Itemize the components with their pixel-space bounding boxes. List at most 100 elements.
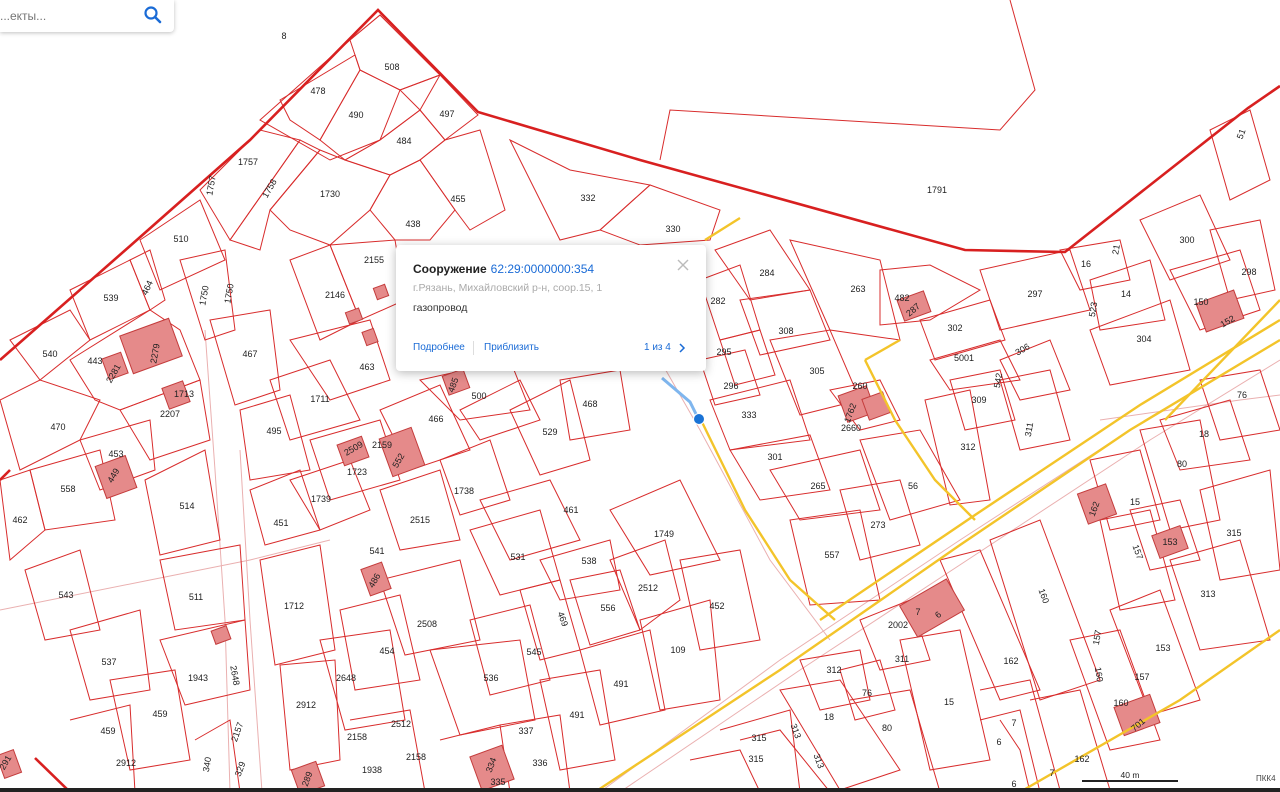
parcel-label: 76: [862, 688, 872, 698]
parcel-outline[interactable]: [1069, 629, 1161, 751]
parcel-label: 150: [1193, 297, 1208, 307]
parcel-outline[interactable]: [479, 479, 581, 561]
parcel-label: 109: [670, 645, 685, 655]
parcel-outline[interactable]: [419, 129, 506, 231]
parcel-label: 537: [101, 657, 116, 667]
parcel-label: 21: [1110, 244, 1122, 256]
close-icon[interactable]: [675, 257, 691, 273]
parcel-label: 500: [471, 391, 486, 401]
parcel-outline[interactable]: [924, 389, 991, 506]
parcel-label: 468: [582, 399, 597, 409]
location-marker[interactable]: [693, 413, 705, 425]
parcel-label: 2912: [116, 758, 136, 768]
parcel-label: 311: [1023, 422, 1035, 438]
parcel-outline[interactable]: [1209, 109, 1271, 201]
search-icon[interactable]: [142, 4, 164, 26]
parcel-outline[interactable]: [679, 549, 761, 651]
parcel-outline[interactable]: [399, 74, 479, 141]
parcel-label: 7: [915, 607, 920, 617]
parcel-label: 153: [1162, 537, 1177, 547]
parcel-label: 2512: [391, 719, 411, 729]
parcel-outline[interactable]: [989, 519, 1101, 701]
parcel-outline[interactable]: [439, 439, 511, 516]
parcel-label: 545: [526, 647, 541, 657]
parcel-label: 2157: [229, 721, 245, 743]
parcel-label: 51: [1235, 128, 1248, 141]
parcel-label: 2660: [841, 423, 861, 433]
parcel-label: 315: [748, 754, 763, 764]
cadastral-number[interactable]: 62:29:0000000:354: [491, 262, 594, 276]
parcel-outline[interactable]: [139, 199, 226, 291]
parcel-outline[interactable]: [999, 339, 1071, 401]
parcel-label: 491: [569, 710, 584, 720]
object-type-label: Сооружение: [413, 262, 487, 276]
parcel-label: 282: [710, 296, 725, 306]
parcel-label: 2515: [410, 515, 430, 525]
parcel-label: 15: [1130, 497, 1140, 507]
parcel-outline[interactable]: [329, 239, 406, 321]
parcel-outline[interactable]: [249, 469, 321, 546]
parcel-label: 462: [12, 515, 27, 525]
parcel-label: 162: [1074, 754, 1089, 764]
parcel-label: 308: [778, 326, 793, 336]
parcel-label: 451: [273, 518, 288, 528]
parcel-outline[interactable]: [979, 709, 1041, 792]
parcel-label: 470: [50, 422, 65, 432]
search-input[interactable]: [0, 6, 130, 26]
parcel-label: 1943: [188, 673, 208, 683]
parcel-label: 305: [809, 366, 824, 376]
parcel-label: 2155: [364, 255, 384, 265]
parcel-outline[interactable]: [1209, 219, 1276, 301]
parcel-outline[interactable]: [349, 709, 426, 792]
parcel-outline[interactable]: [599, 184, 721, 246]
parcel-outline[interactable]: [319, 629, 406, 731]
parcel-outline[interactable]: [279, 659, 341, 771]
parcel-outline[interactable]: [639, 599, 721, 711]
parcel-label: 153: [1155, 643, 1170, 653]
parcel-label: 301: [767, 452, 782, 462]
parcel-label: 7: [1049, 768, 1054, 778]
parcel-outline[interactable]: [69, 609, 151, 701]
parcel-label: 542: [992, 372, 1004, 389]
parcel-label: 2508: [417, 619, 437, 629]
parcel-outline[interactable]: [849, 689, 941, 792]
scale-line: [1082, 780, 1178, 782]
parcel-outline[interactable]: [799, 649, 871, 711]
parcel-outline[interactable]: [719, 709, 801, 792]
parcel-label: 263: [850, 284, 865, 294]
parcel-outline[interactable]: [159, 544, 246, 631]
zoom-to-link[interactable]: Приблизить: [484, 342, 539, 353]
parcel-outline[interactable]: [109, 669, 191, 771]
parcel-outline[interactable]: [9, 309, 91, 381]
parcel-outline[interactable]: [699, 349, 761, 406]
parcel-outline[interactable]: [159, 619, 251, 706]
parcel-outline[interactable]: [508, 138, 652, 241]
parcel-outline[interactable]: [659, 0, 1036, 161]
parcel-label: 511: [189, 592, 203, 602]
parcel-label: 514: [179, 501, 194, 511]
parcel-outline[interactable]: [1169, 539, 1271, 651]
parcel-label: 531: [510, 552, 525, 562]
parcel-outline[interactable]: [379, 559, 481, 656]
parcel-label: 295: [716, 347, 731, 357]
parcel-outline[interactable]: [699, 264, 761, 341]
parcel-label: 311: [895, 654, 909, 664]
cadastral-map[interactable]: 8 508 478 490 497 484 1757 1758 1757 173…: [0, 0, 1280, 792]
details-link[interactable]: Подробнее: [413, 342, 465, 353]
parcel-outline[interactable]: [939, 549, 1041, 701]
parcel-outline[interactable]: [539, 669, 616, 771]
parcel-label: 265: [810, 481, 825, 491]
chevron-right-icon[interactable]: [677, 341, 687, 355]
search-box: [0, 0, 174, 32]
parcel-label: 1730: [320, 189, 340, 199]
parcel-label: 309: [971, 395, 986, 405]
parcel-outline[interactable]: [929, 339, 1021, 391]
parcel-outline[interactable]: [1199, 469, 1280, 581]
parcel-label: 491: [613, 679, 628, 689]
parcel-label: 284: [759, 268, 774, 278]
parcel-outline[interactable]: [609, 479, 721, 576]
parcel-label: 80: [1177, 459, 1187, 469]
parcel-outline[interactable]: [539, 539, 621, 601]
parcel-outline[interactable]: [714, 229, 811, 301]
parcel-label: 538: [581, 556, 596, 566]
